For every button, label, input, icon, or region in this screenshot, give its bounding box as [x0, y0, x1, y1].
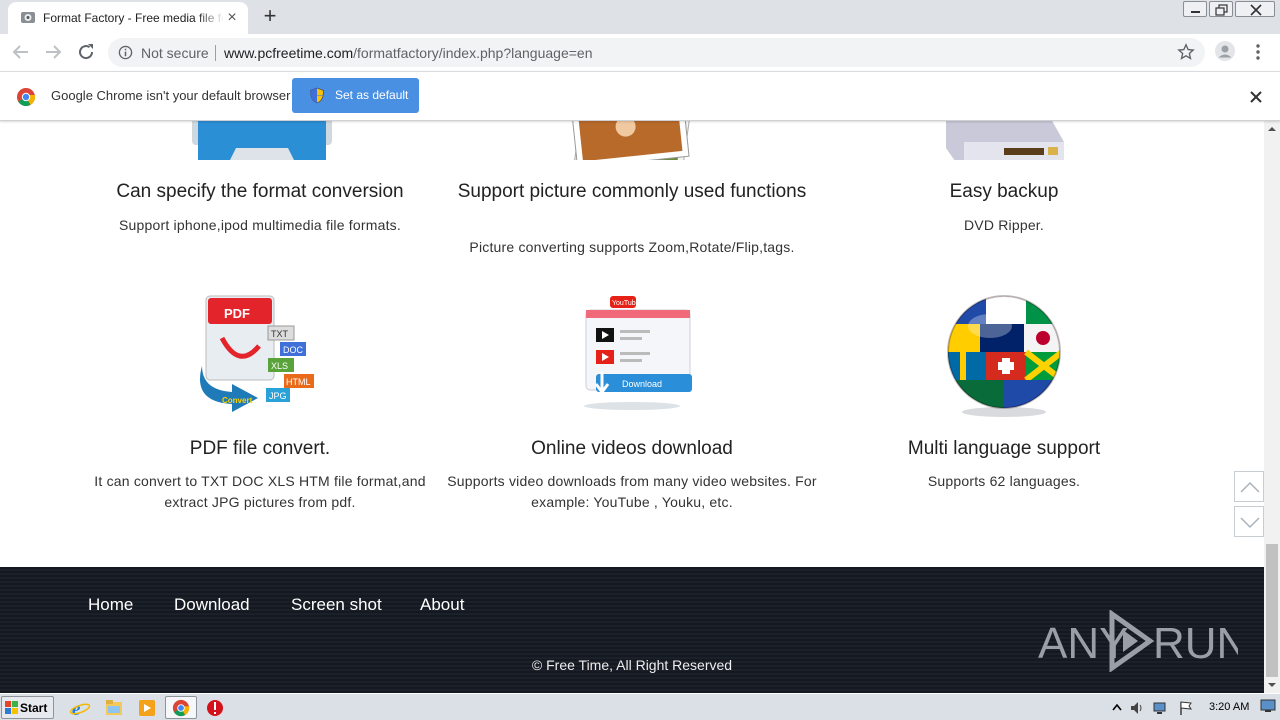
convert-badge-text: Convert — [222, 396, 253, 405]
feature-desc: Support iphone,ipod multimedia file form… — [119, 217, 401, 233]
video-download-icon: YouTube Download — [584, 296, 692, 410]
scroll-to-bottom-button[interactable] — [1234, 506, 1264, 537]
taskbar-clock[interactable]: 3:20 AM — [1209, 701, 1249, 713]
chevron-up-icon — [1240, 481, 1260, 493]
infobar-message: Google Chrome isn't your default browser — [51, 88, 291, 103]
footer-link-about[interactable]: About — [420, 595, 464, 615]
feature-picture-functions: Support picture commonly used functions … — [446, 121, 818, 290]
speaker-icon[interactable] — [1129, 700, 1145, 716]
feature-title: Multi language support — [907, 438, 1101, 459]
start-label: Start — [20, 701, 48, 715]
doc-badge-text: DOC — [283, 345, 304, 355]
feature-easy-backup: Easy backup DVD Ripper. — [818, 121, 1190, 260]
windows-logo-icon — [5, 701, 18, 714]
anyrun-watermark-logo: ANY RUN — [1038, 610, 1238, 672]
network-icon[interactable] — [1152, 700, 1168, 716]
explorer-icon[interactable] — [103, 697, 125, 719]
feature-title: Support picture commonly used functions — [457, 181, 807, 202]
footer-link-home[interactable]: Home — [88, 595, 133, 615]
anyrun-text-right: RUN — [1153, 619, 1238, 668]
txt-badge-text: TXT — [271, 329, 289, 339]
reload-icon[interactable] — [74, 40, 98, 64]
xls-badge-text: XLS — [271, 361, 288, 371]
chrome-menu-icon[interactable] — [1249, 43, 1267, 61]
back-arrow-icon[interactable] — [9, 40, 33, 64]
window-close-button[interactable] — [1235, 1, 1275, 17]
feature-desc: Supports video downloads from many video… — [447, 473, 817, 510]
tray-expand-icon[interactable] — [1109, 700, 1125, 716]
omnibox-separator — [215, 45, 216, 61]
photos-icon — [570, 121, 692, 160]
feature-online-videos: YouTube Download Online videos download … — [446, 290, 818, 520]
url-text[interactable]: www.pcfreetime.com/formatfactory/index.p… — [224, 45, 593, 61]
taskbar-chrome-button[interactable] — [165, 696, 197, 719]
tab-title: Format Factory - Free media file format … — [43, 11, 223, 25]
uac-shield-icon — [310, 87, 324, 104]
profile-avatar-icon[interactable] — [1215, 41, 1235, 61]
feature-title: Can specify the format conversion — [116, 181, 404, 202]
page-viewport: Can specify the format conversion Suppor… — [0, 121, 1264, 693]
infobar-close-icon[interactable] — [1247, 88, 1265, 106]
info-icon[interactable] — [118, 45, 133, 60]
stop-icon[interactable] — [204, 697, 226, 719]
feature-format-conversion: Can specify the format conversion Suppor… — [74, 121, 446, 260]
feature-desc: It can convert to TXT DOC XLS HTM file f… — [94, 473, 426, 510]
feature-desc: Supports 62 languages. — [927, 473, 1081, 489]
feature-pdf-convert: PDF TXT DOC XLS HTML JPG Convert PDF fil… — [74, 290, 446, 520]
ie-icon[interactable]: e — [69, 697, 91, 719]
feature-multi-language: Multi language support Supports 62 langu… — [818, 290, 1190, 520]
chrome-logo-icon — [17, 88, 36, 107]
browser-toolbar: Not secure www.pcfreetime.com/formatfact… — [0, 34, 1280, 71]
download-badge-text: Download — [622, 379, 662, 389]
media-player-icon[interactable] — [136, 697, 158, 719]
url-path: /formatfactory/index.php?language=en — [353, 45, 593, 61]
chrome-icon — [172, 699, 190, 717]
footer-link-download[interactable]: Download — [174, 595, 250, 615]
pdf-convert-icon: PDF TXT DOC XLS HTML JPG Convert — [200, 295, 314, 412]
default-browser-infobar: Google Chrome isn't your default browser… — [0, 71, 1280, 121]
dvd-drive-icon — [946, 121, 1064, 160]
action-center-flag-icon[interactable] — [1178, 700, 1194, 716]
set-as-default-button[interactable]: Set as default — [292, 78, 419, 113]
feature-title: Easy backup — [949, 181, 1059, 202]
new-tab-button[interactable]: + — [258, 5, 282, 29]
bookmark-star-icon[interactable] — [1177, 43, 1195, 61]
feature-desc: Picture converting supports Zoom,Rotate/… — [469, 239, 795, 255]
format-factory-favicon-icon — [21, 12, 35, 23]
monitor-icon — [192, 121, 332, 160]
window-restore-button[interactable] — [1209, 1, 1233, 17]
site-footer: Home Download Screen shot About © Free T… — [0, 567, 1264, 693]
set-as-default-label: Set as default — [335, 88, 409, 102]
feature-title: PDF file convert. — [189, 438, 331, 459]
scrollbar-up-arrow-icon[interactable] — [1264, 121, 1280, 137]
chevron-down-icon — [1240, 517, 1260, 529]
feature-desc: DVD Ripper. — [963, 217, 1044, 233]
window-minimize-button[interactable] — [1183, 1, 1207, 17]
scrollbar-thumb[interactable] — [1266, 544, 1278, 677]
footer-link-screen-shot[interactable]: Screen shot — [291, 595, 382, 615]
jpg-badge-text: JPG — [269, 391, 287, 401]
url-host: www.pcfreetime.com — [224, 45, 354, 61]
scrollbar-down-arrow-icon[interactable] — [1264, 677, 1280, 693]
start-button[interactable]: Start — [1, 696, 54, 719]
forward-arrow-icon[interactable] — [41, 40, 65, 64]
html-badge-text: HTML — [286, 377, 311, 387]
youtube-badge-text: YouTube — [612, 300, 640, 307]
browser-tab[interactable]: Format Factory - Free media file format … — [8, 2, 248, 34]
tab-title-fade — [198, 6, 224, 30]
tab-close-icon[interactable]: × — [224, 10, 240, 26]
not-secure-label: Not secure — [141, 45, 209, 61]
browser-titlebar: Format Factory - Free media file format … — [0, 0, 1280, 34]
flag-globe-icon — [947, 295, 1061, 417]
windows-taskbar: Start e 3:20 AM — [0, 693, 1280, 720]
feature-title: Online videos download — [531, 438, 733, 459]
page-scrollbar[interactable] — [1264, 121, 1280, 693]
show-desktop-icon[interactable] — [1260, 699, 1276, 713]
anyrun-text-left: ANY — [1038, 619, 1128, 668]
address-bar[interactable]: Not secure www.pcfreetime.com/formatfact… — [108, 38, 1205, 67]
scroll-to-top-button[interactable] — [1234, 471, 1264, 502]
pdf-badge-text: PDF — [224, 306, 250, 321]
